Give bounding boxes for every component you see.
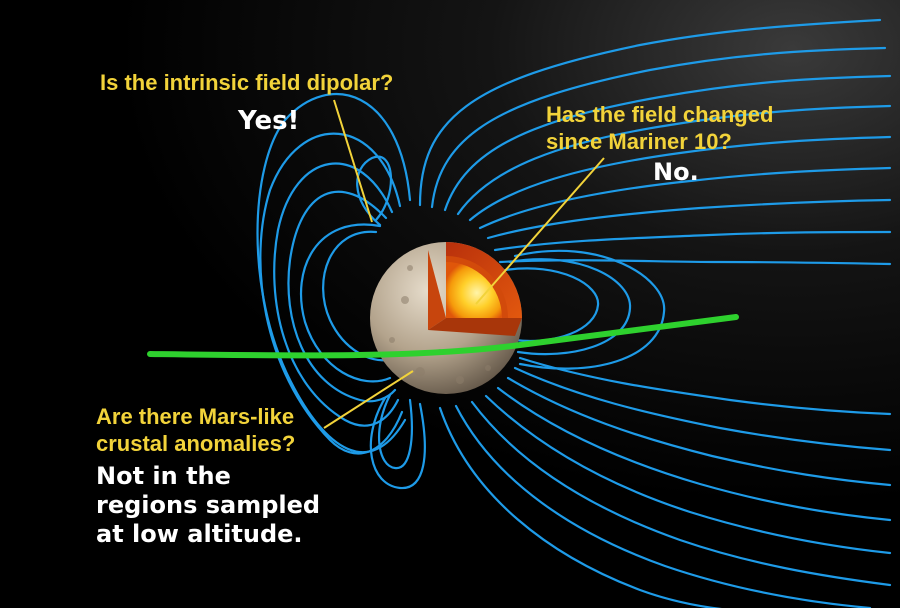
answer-crustal: Not in the regions sampled at low altitu…: [96, 462, 320, 549]
question-dipolar: Is the intrinsic field dipolar?: [100, 70, 394, 95]
answer-crustal-line2: regions sampled: [96, 491, 321, 519]
answer-dipolar: Yes!: [238, 106, 300, 136]
question-crustal-line1: Are there Mars-like: [96, 404, 295, 429]
mercury-planet: [370, 242, 522, 394]
answer-changed: No.: [653, 158, 699, 186]
question-crustal-line2: crustal anomalies?: [96, 431, 296, 456]
question-crustal: Are there Mars-like crustal anomalies?: [96, 403, 295, 457]
answer-crustal-line1: Not in the: [96, 462, 231, 490]
answer-crustal-line3: at low altitude.: [96, 520, 303, 548]
question-changed-line2: since Mariner 10?: [546, 129, 732, 154]
question-changed: Has the field changed since Mariner 10?: [546, 101, 773, 155]
question-changed-line1: Has the field changed: [546, 102, 774, 127]
